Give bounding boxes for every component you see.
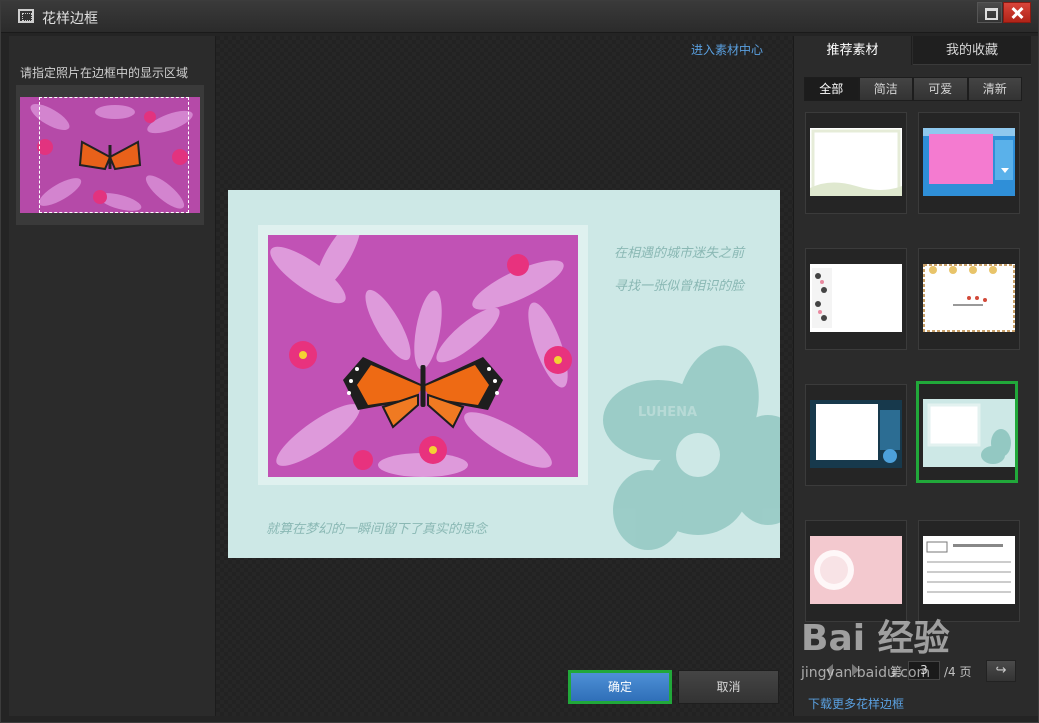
tab-recommended[interactable]: 推荐素材 (794, 36, 912, 65)
dialog-window: 花样边框 请指定照片在边框中的显示区域 进入素材中心 在相遇的城市迷失之前 寻找… (0, 0, 1039, 723)
display-area-selector[interactable] (39, 97, 189, 213)
filter-fresh[interactable]: 清新 (967, 77, 1022, 101)
frame-thumb-4[interactable] (918, 248, 1020, 350)
photo-thumbnail-box (16, 85, 204, 225)
verse-line-3: 就算在梦幻的一瞬间留下了真实的思念 (266, 522, 488, 537)
tab-favorites[interactable]: 我的收藏 (913, 36, 1031, 65)
frame-thumb-3[interactable] (805, 248, 907, 350)
frame-thumb-7[interactable] (805, 520, 907, 622)
left-panel: 请指定照片在边框中的显示区域 (9, 36, 216, 716)
frame-thumb-6-selected[interactable] (916, 381, 1018, 483)
filter-all[interactable]: 全部 (804, 77, 859, 101)
frame-thumb-2[interactable] (918, 112, 1020, 214)
filter-simple[interactable]: 简洁 (858, 77, 913, 101)
frame-thumb-1[interactable] (805, 112, 907, 214)
frame-thumb-5[interactable] (805, 384, 907, 486)
verse-line-2: 寻找一张似曾相识的脸 (614, 279, 745, 294)
category-filters: 全部 简洁 可爱 清新 (804, 77, 1022, 101)
download-more-link[interactable]: 下载更多花样边框 (808, 695, 904, 712)
frame-app-icon (18, 9, 34, 23)
verse-line-1: 在相遇的城市迷失之前 (614, 246, 745, 261)
photo-thumbnail (20, 97, 200, 213)
go-page-icon[interactable]: ↪ (986, 660, 1016, 682)
filter-cute[interactable]: 可爱 (913, 77, 968, 101)
preview-photo (268, 219, 578, 477)
maximize-button[interactable] (977, 2, 1002, 23)
preview-panel: 进入素材中心 在相遇的城市迷失之前 寻找一张似曾相识的脸 LUHENA 就算在梦… (216, 36, 793, 716)
title-bar[interactable]: 花样边框 (1, 1, 1038, 33)
page-total: /4 页 (944, 665, 972, 679)
close-button[interactable] (1003, 2, 1031, 23)
frame-preview: 在相遇的城市迷失之前 寻找一张似曾相识的脸 LUHENA 就算在梦幻的一瞬间留下… (228, 190, 780, 558)
confirm-button[interactable]: 确定 (568, 670, 672, 704)
window-title: 花样边框 (42, 11, 98, 27)
frame-watermark: LUHENA (638, 405, 698, 420)
display-area-instruction: 请指定照片在边框中的显示区域 (20, 66, 189, 80)
baidu-watermark-url: jingyan.baidu.com (801, 665, 931, 681)
material-center-link[interactable]: 进入素材中心 (691, 41, 763, 58)
baidu-watermark: Bai 经验 (801, 618, 950, 659)
cancel-button[interactable]: 取消 (678, 670, 779, 704)
frame-thumb-8[interactable] (918, 520, 1020, 622)
